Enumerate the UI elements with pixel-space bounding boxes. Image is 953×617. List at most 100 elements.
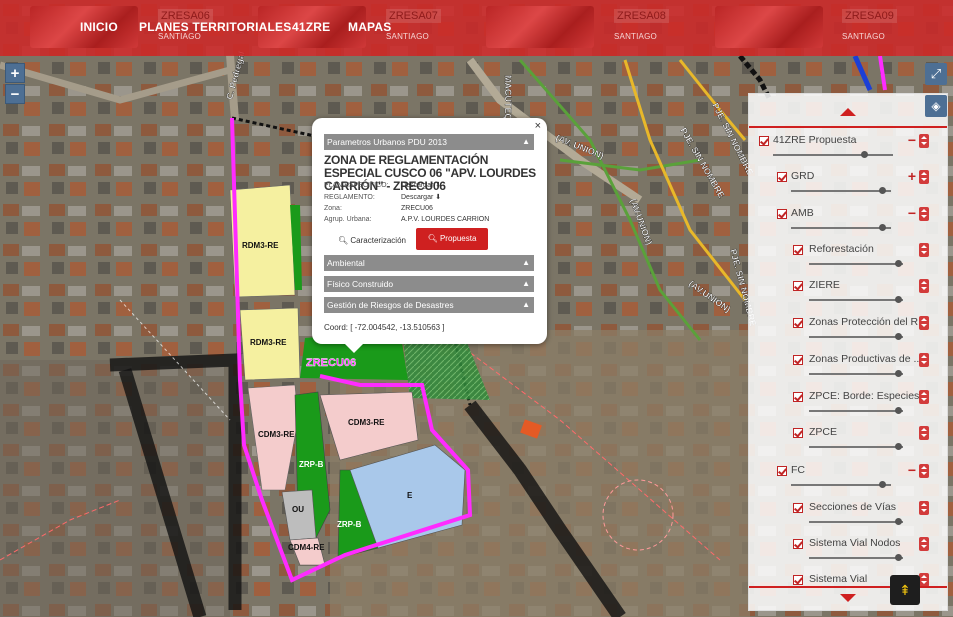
popup-row: Zona: ZRECU06 bbox=[324, 205, 433, 212]
nav-inicio[interactable]: INICIO bbox=[80, 20, 118, 34]
layer-checkbox[interactable] bbox=[793, 503, 803, 513]
propuesta-button[interactable]: 🔍︎ Propuesta bbox=[416, 228, 488, 250]
layer-item[interactable]: Zonas Protección del R... bbox=[793, 316, 939, 354]
caracterizacion-button[interactable]: 🔍︎ Caracterización bbox=[332, 231, 412, 251]
layers-toggle-icon[interactable]: ◈ bbox=[925, 95, 947, 117]
slider-knob[interactable] bbox=[895, 296, 902, 303]
opacity-slider[interactable] bbox=[791, 481, 891, 488]
reorder-icon[interactable] bbox=[919, 243, 929, 257]
slider-knob[interactable] bbox=[861, 151, 868, 158]
reorder-icon[interactable] bbox=[919, 170, 929, 184]
reorder-icon[interactable] bbox=[919, 134, 929, 148]
section-ambiental[interactable]: Ambiental ▲ bbox=[324, 255, 534, 271]
layer-checkbox[interactable] bbox=[777, 172, 787, 182]
layer-checkbox[interactable] bbox=[793, 318, 803, 328]
layer-item[interactable]: 41ZRE Propuesta − bbox=[759, 132, 939, 172]
layer-label: ZPCE: Borde: Especies bbox=[809, 390, 919, 402]
collapse-icon[interactable]: − bbox=[908, 205, 916, 221]
caracterizacion-label: Caracterización bbox=[350, 236, 406, 245]
reorder-icon[interactable] bbox=[919, 501, 929, 515]
opacity-slider[interactable] bbox=[809, 260, 903, 267]
parcel-label: OU bbox=[292, 505, 304, 514]
collapse-icon[interactable]: − bbox=[908, 462, 916, 478]
zoom-out-button[interactable]: − bbox=[5, 84, 25, 104]
parcel-label: RDM3-RE bbox=[250, 338, 287, 347]
download-reglamento-link[interactable]: Descargar ⬇ bbox=[401, 194, 441, 201]
expand-icon[interactable]: + bbox=[908, 168, 916, 184]
layer-item[interactable]: FC − bbox=[777, 462, 939, 502]
propuesta-label: Propuesta bbox=[439, 234, 477, 243]
popup-row: REGLAMENTO: Descargar ⬇ bbox=[324, 193, 441, 201]
fullscreen-icon[interactable]: ⤢ bbox=[925, 63, 947, 85]
slider-knob[interactable] bbox=[895, 443, 902, 450]
layer-item[interactable]: Zonas Productivas de ... bbox=[793, 353, 939, 391]
collapse-icon[interactable]: − bbox=[908, 132, 916, 148]
nav-41zre[interactable]: 41ZRE bbox=[292, 20, 330, 34]
slider-knob[interactable] bbox=[895, 333, 902, 340]
opacity-slider[interactable] bbox=[809, 407, 903, 414]
row-key: Agrup. Urbana: bbox=[324, 216, 372, 223]
layer-checkbox[interactable] bbox=[777, 209, 787, 219]
layer-item[interactable]: GRD + bbox=[777, 168, 939, 208]
layer-checkbox[interactable] bbox=[793, 575, 803, 585]
scroll-up-icon[interactable] bbox=[840, 108, 856, 116]
slider-knob[interactable] bbox=[879, 187, 886, 194]
opacity-slider[interactable] bbox=[773, 151, 893, 158]
reorder-icon[interactable] bbox=[919, 390, 929, 404]
popup-header[interactable]: Parametros Urbanos PDU 2013 ▲ bbox=[324, 134, 534, 150]
layer-item[interactable]: Reforestación bbox=[793, 243, 939, 281]
slider-knob[interactable] bbox=[895, 370, 902, 377]
thumbnail-zresa09[interactable] bbox=[715, 6, 823, 48]
nav-mapas[interactable]: MAPAS bbox=[348, 20, 391, 34]
zoom-in-button[interactable]: + bbox=[5, 63, 25, 83]
section-fisico-construido[interactable]: Físico Construido ▲ bbox=[324, 276, 534, 292]
layer-checkbox[interactable] bbox=[759, 136, 769, 146]
reorder-icon[interactable] bbox=[919, 207, 929, 221]
popup-close-button[interactable]: × bbox=[535, 120, 541, 132]
download-plan-link[interactable]: Descargar ⬇ bbox=[401, 182, 441, 189]
layer-checkbox[interactable] bbox=[793, 245, 803, 255]
opacity-slider[interactable] bbox=[809, 296, 903, 303]
nav-planes-territoriales[interactable]: PLANES TERRITORIALES bbox=[139, 20, 291, 34]
slider-knob[interactable] bbox=[895, 407, 902, 414]
layer-checkbox[interactable] bbox=[793, 428, 803, 438]
opacity-slider[interactable] bbox=[791, 224, 891, 231]
reorder-icon[interactable] bbox=[919, 537, 929, 551]
layer-item[interactable]: Sistema Vial Nodos bbox=[793, 537, 939, 575]
street-label: MACUTEQ bbox=[503, 75, 513, 121]
reorder-icon[interactable] bbox=[919, 353, 929, 367]
reorder-icon[interactable] bbox=[919, 279, 929, 293]
layer-checkbox[interactable] bbox=[777, 466, 787, 476]
slider-knob[interactable] bbox=[879, 224, 886, 231]
opacity-slider[interactable] bbox=[809, 443, 903, 450]
divider bbox=[749, 126, 947, 128]
layer-checkbox[interactable] bbox=[793, 392, 803, 402]
layer-item[interactable]: AMB − bbox=[777, 205, 939, 245]
opacity-slider[interactable] bbox=[809, 333, 903, 340]
layer-item[interactable]: ZPCE bbox=[793, 426, 939, 464]
layer-item[interactable]: ZIERE bbox=[793, 279, 939, 317]
opacity-slider[interactable] bbox=[809, 554, 903, 561]
parcel-label: E bbox=[407, 491, 413, 500]
opacity-slider[interactable] bbox=[809, 518, 903, 525]
layer-checkbox[interactable] bbox=[793, 281, 803, 291]
reorder-icon[interactable] bbox=[919, 426, 929, 440]
layer-checkbox[interactable] bbox=[793, 539, 803, 549]
opacity-slider[interactable] bbox=[809, 370, 903, 377]
slider-knob[interactable] bbox=[879, 481, 886, 488]
parcel-label: ZRP-B bbox=[337, 520, 362, 529]
reorder-icon[interactable] bbox=[919, 573, 929, 587]
reorder-icon[interactable] bbox=[919, 464, 929, 478]
opacity-slider[interactable] bbox=[791, 187, 891, 194]
section-gestion-riesgos[interactable]: Gestión de Riesgos de Desastres ▲ bbox=[324, 297, 534, 313]
layer-checkbox[interactable] bbox=[793, 355, 803, 365]
slider-knob[interactable] bbox=[895, 518, 902, 525]
scroll-down-icon[interactable] bbox=[840, 594, 856, 602]
reorder-icon[interactable] bbox=[919, 316, 929, 330]
back-to-top-button[interactable]: ⇞ bbox=[890, 575, 920, 605]
layer-item[interactable]: Secciones de Vías bbox=[793, 501, 939, 539]
slider-knob[interactable] bbox=[895, 554, 902, 561]
layer-item[interactable]: ZPCE: Borde: Especies bbox=[793, 390, 939, 428]
slider-knob[interactable] bbox=[895, 260, 902, 267]
thumbnail-zresa08[interactable] bbox=[486, 6, 594, 48]
